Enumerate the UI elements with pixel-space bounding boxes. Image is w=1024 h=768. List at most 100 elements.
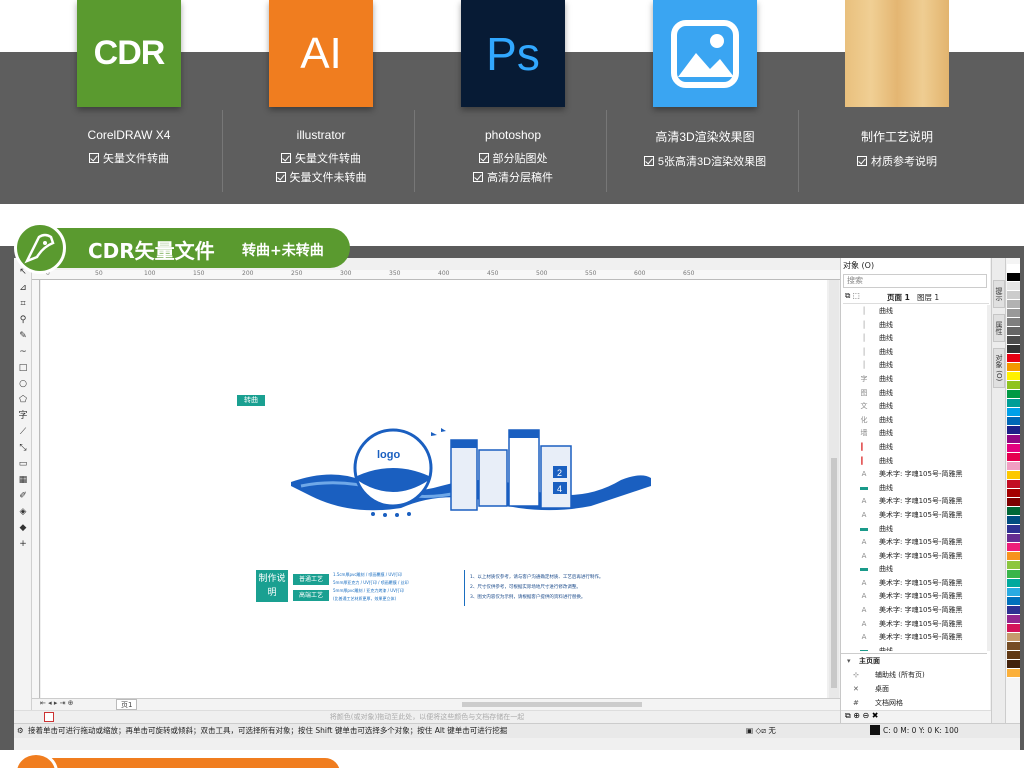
object-row[interactable]: A 美术字: 字魂105号-简雅黑 bbox=[841, 604, 987, 618]
properties-tab[interactable]: 属性 bbox=[993, 314, 1005, 342]
no-fill-swatch[interactable] bbox=[44, 712, 54, 722]
color-swatch[interactable] bbox=[1007, 651, 1020, 660]
color-swatch[interactable] bbox=[1007, 633, 1020, 642]
scrollbar-thumb[interactable] bbox=[831, 458, 837, 688]
color-swatch[interactable] bbox=[1007, 318, 1020, 327]
color-swatch[interactable] bbox=[1007, 588, 1020, 597]
color-swatch[interactable] bbox=[1007, 426, 1020, 435]
color-swatch[interactable] bbox=[1007, 480, 1020, 489]
object-row[interactable]: 墙 曲线 bbox=[841, 427, 987, 441]
color-swatch[interactable] bbox=[1007, 264, 1020, 273]
color-swatch[interactable] bbox=[1007, 354, 1020, 363]
color-swatch[interactable] bbox=[1007, 399, 1020, 408]
drawing-canvas[interactable]: 转曲 logo 2 4 制作说明 普通工艺 高端工艺 1.5cm厚pvc雕刻 /… bbox=[41, 280, 827, 698]
object-row[interactable]: A 美术字: 字魂105号-简雅黑 bbox=[841, 631, 987, 645]
color-swatch[interactable] bbox=[1007, 417, 1020, 426]
objects-tab[interactable]: 对象 (O) bbox=[993, 348, 1005, 388]
color-swatch[interactable] bbox=[1007, 336, 1020, 345]
color-swatch[interactable] bbox=[1007, 309, 1020, 318]
color-swatch[interactable] bbox=[1007, 489, 1020, 498]
new-layer-icon[interactable]: ⧉ ⊕ ⊖ ✖ bbox=[845, 711, 878, 721]
color-swatch[interactable] bbox=[1007, 516, 1020, 525]
color-swatch[interactable] bbox=[1007, 435, 1020, 444]
color-swatch[interactable] bbox=[1007, 363, 1020, 372]
color-swatch[interactable] bbox=[1007, 345, 1020, 354]
object-row[interactable]: │ 曲线 bbox=[841, 305, 987, 319]
ellipse-tool-icon[interactable]: ○ bbox=[14, 376, 32, 392]
color-swatch[interactable] bbox=[1007, 372, 1020, 381]
parallel-dimension-icon[interactable]: ⟋ bbox=[14, 424, 32, 440]
object-row[interactable]: A 美术字: 字魂105号-简雅黑 bbox=[841, 577, 987, 591]
color-swatch[interactable] bbox=[1007, 525, 1020, 534]
master-page-header[interactable]: ▾ 主页面 bbox=[841, 654, 987, 668]
eyedropper-tool-icon[interactable]: ✐ bbox=[14, 488, 32, 504]
object-row[interactable]: A 美术字: 字魂105号-简雅黑 bbox=[841, 590, 987, 604]
color-swatch[interactable] bbox=[1007, 579, 1020, 588]
object-row[interactable]: │ 曲线 bbox=[841, 346, 987, 360]
object-row[interactable]: A 美术字: 字魂105号-简雅黑 bbox=[841, 468, 987, 482]
page-nav-arrows-icon[interactable]: ⇤ ◂ ▸ ⇥ ⊕ bbox=[40, 699, 74, 707]
master-item-grid[interactable]: # 文档网格 bbox=[841, 696, 987, 710]
color-swatch[interactable] bbox=[1007, 660, 1020, 669]
crop-tool-icon[interactable]: ⌗ bbox=[14, 296, 32, 312]
object-row[interactable]: 化 曲线 bbox=[841, 414, 987, 428]
color-swatch[interactable] bbox=[1007, 408, 1020, 417]
color-swatch[interactable] bbox=[1007, 552, 1020, 561]
object-row[interactable]: A 美术字: 字魂105号-简雅黑 bbox=[841, 509, 987, 523]
color-swatch[interactable] bbox=[1007, 561, 1020, 570]
collapse-icon[interactable]: ▾ bbox=[847, 654, 851, 668]
color-swatch[interactable] bbox=[1007, 291, 1020, 300]
drop-shadow-icon[interactable]: ▭ bbox=[14, 456, 32, 472]
color-swatch[interactable] bbox=[1007, 570, 1020, 579]
object-row[interactable]: A 美术字: 字魂105号-简雅黑 bbox=[841, 550, 987, 564]
color-swatch[interactable] bbox=[1007, 615, 1020, 624]
object-row[interactable]: 曲线 bbox=[841, 645, 987, 651]
color-swatch[interactable] bbox=[1007, 444, 1020, 453]
connector-tool-icon[interactable]: ⤡ bbox=[14, 440, 32, 456]
transparency-tool-icon[interactable]: ▦ bbox=[14, 472, 32, 488]
color-swatch[interactable] bbox=[1007, 462, 1020, 471]
object-row[interactable]: 字 曲线 bbox=[841, 373, 987, 387]
rectangle-tool-icon[interactable]: □ bbox=[14, 360, 32, 376]
object-row[interactable]: 图 曲线 bbox=[841, 387, 987, 401]
object-row[interactable]: 曲线 bbox=[841, 563, 987, 577]
page-node[interactable]: 页面 1 bbox=[887, 292, 910, 303]
fill-tool-icon[interactable]: ◈ bbox=[14, 504, 32, 520]
smart-fill-icon[interactable]: ◆ bbox=[14, 520, 32, 536]
vertical-scrollbar[interactable] bbox=[829, 280, 839, 698]
color-swatch[interactable] bbox=[1007, 597, 1020, 606]
object-row[interactable]: │ 曲线 bbox=[841, 332, 987, 346]
text-tool-icon[interactable]: 字 bbox=[14, 408, 32, 424]
object-row[interactable]: 文 曲线 bbox=[841, 400, 987, 414]
color-swatch[interactable] bbox=[1007, 624, 1020, 633]
color-swatch[interactable] bbox=[1007, 642, 1020, 651]
object-row[interactable]: │ 曲线 bbox=[841, 319, 987, 333]
color-swatch[interactable] bbox=[1007, 273, 1020, 282]
hints-tab[interactable]: 提示 bbox=[993, 280, 1005, 308]
freehand-tool-icon[interactable]: ✎ bbox=[14, 328, 32, 344]
polygon-tool-icon[interactable]: ⬠ bbox=[14, 392, 32, 408]
color-swatch[interactable] bbox=[1007, 669, 1020, 678]
horizontal-scrollbar[interactable] bbox=[462, 702, 642, 707]
color-swatch[interactable] bbox=[1007, 327, 1020, 336]
color-swatch[interactable] bbox=[1007, 606, 1020, 615]
master-item-desktop[interactable]: ✕ 桌面 bbox=[841, 682, 987, 696]
color-swatch[interactable] bbox=[1007, 381, 1020, 390]
object-row[interactable]: │ 曲线 bbox=[841, 359, 987, 373]
color-swatch[interactable] bbox=[1007, 534, 1020, 543]
object-row[interactable]: A 美术字: 字魂105号-简雅黑 bbox=[841, 618, 987, 632]
color-swatch[interactable] bbox=[1007, 507, 1020, 516]
artistic-media-icon[interactable]: ~ bbox=[14, 344, 32, 360]
color-swatch[interactable] bbox=[1007, 453, 1020, 462]
color-swatch[interactable] bbox=[1007, 543, 1020, 552]
docker-search-input[interactable]: 搜索 bbox=[843, 274, 987, 288]
color-swatch[interactable] bbox=[1007, 471, 1020, 480]
page-tab[interactable]: 页1 bbox=[116, 699, 138, 710]
object-row[interactable]: 曲线 bbox=[841, 482, 987, 496]
color-swatch[interactable] bbox=[1007, 390, 1020, 399]
layer-node[interactable]: 图层 1 bbox=[917, 292, 939, 303]
object-row[interactable]: ▎ 曲线 bbox=[841, 455, 987, 469]
object-row[interactable]: A 美术字: 字魂105号-简雅黑 bbox=[841, 536, 987, 550]
shape-tool-icon[interactable]: ⊿ bbox=[14, 280, 32, 296]
add-tool-icon[interactable]: + bbox=[14, 536, 32, 552]
